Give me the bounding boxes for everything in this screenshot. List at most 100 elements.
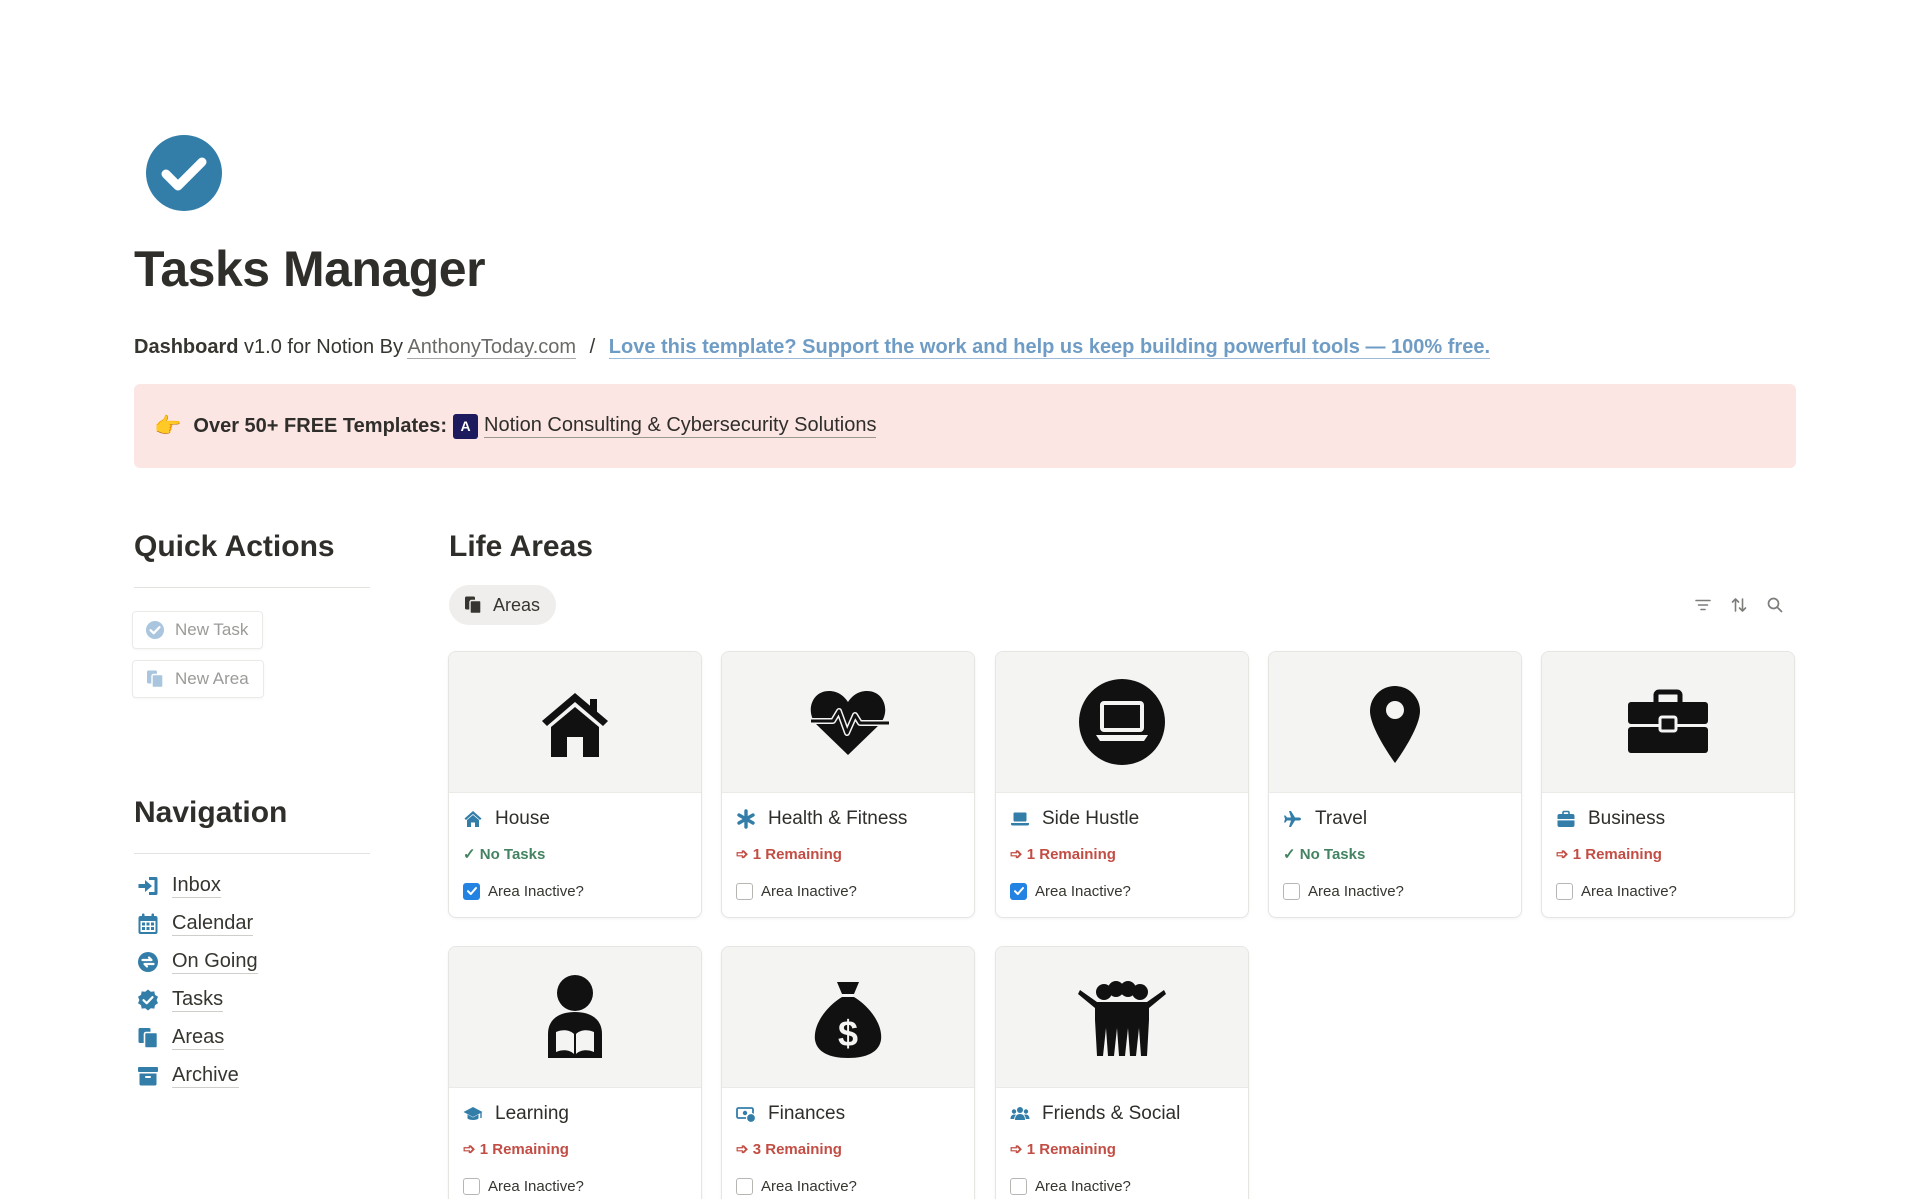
ongoing-icon: [138, 951, 158, 972]
nav-item-areas[interactable]: Areas: [136, 1025, 225, 1050]
brand-logo: A: [453, 413, 479, 439]
nav-item-archive[interactable]: Archive: [136, 1063, 239, 1088]
briefcase-icon: [1557, 810, 1575, 827]
nav-item-tasks[interactable]: Tasks: [136, 987, 224, 1012]
checkbox-label: Area Inactive?: [1035, 882, 1131, 900]
area-inactive-checkbox[interactable]: [736, 1177, 753, 1195]
area-card-health-fitness[interactable]: Health & Fitness ➩ 1 Remaining Area Inac…: [721, 651, 975, 918]
nav-item-on-going[interactable]: On Going: [136, 949, 258, 974]
view-tab-areas[interactable]: Areas: [449, 585, 557, 625]
area-card-friends-social[interactable]: Friends & Social ➩ 1 Remaining Area Inac…: [995, 946, 1249, 1199]
card-status: ➩ 1 Remaining: [736, 846, 842, 863]
page-title: Tasks Manager: [134, 241, 486, 297]
asterisk-icon: [737, 809, 755, 829]
money-bag-icon: $: [814, 982, 882, 1058]
nav-item-calendar[interactable]: Calendar: [136, 911, 254, 936]
new-area-button[interactable]: New Area: [132, 660, 264, 698]
nav-label-inbox: Inbox: [172, 874, 221, 898]
copy-icon: [147, 670, 164, 689]
area-card-business[interactable]: Business ➩ 1 Remaining Area Inactive?: [1541, 651, 1795, 918]
copy-icon: [465, 596, 482, 615]
site-link[interactable]: AnthonyToday.com: [407, 336, 577, 359]
card-cover: [1269, 652, 1521, 793]
copy-icon: [138, 1027, 159, 1049]
checkbox-label: Area Inactive?: [1308, 882, 1404, 900]
check-circle-icon: [146, 135, 222, 211]
card-title: Side Hustle: [1042, 808, 1140, 829]
page-subtitle: Dashboard v1.0 for Notion By AnthonyToda…: [134, 336, 1490, 359]
card-status: ✓ No Tasks: [1283, 846, 1366, 863]
support-link[interactable]: Love this template? Support the work and…: [608, 336, 1490, 359]
checkbox-label: Area Inactive?: [1581, 882, 1677, 900]
card-title: House: [495, 808, 550, 829]
nav-label-calendar: Calendar: [172, 912, 254, 936]
checkbox-label: Area Inactive?: [488, 882, 584, 900]
area-inactive-checkbox[interactable]: [1283, 882, 1300, 900]
area-inactive-checkbox[interactable]: [1556, 882, 1573, 900]
users-icon: [1010, 1107, 1030, 1120]
templates-callout: 👉 Over 50+ FREE Templates: A Notion Cons…: [134, 384, 1796, 468]
subtitle-version: v1.0 for Notion By: [244, 336, 403, 358]
checkmark-icon: [1013, 887, 1024, 895]
divider: [134, 587, 370, 588]
area-inactive-checkbox[interactable]: [463, 882, 480, 900]
search-icon[interactable]: [1764, 594, 1786, 616]
money-icon: [736, 1107, 756, 1124]
card-status: ➩ 1 Remaining: [1010, 846, 1116, 863]
card-status: ➩ 1 Remaining: [463, 1141, 569, 1158]
check-badge-icon: [138, 989, 158, 1010]
filter-icon[interactable]: [1692, 594, 1714, 616]
life-areas-heading: Life Areas: [449, 530, 593, 563]
svg-text:$: $: [838, 1013, 858, 1054]
card-cover: [449, 652, 701, 793]
card-title: Travel: [1315, 808, 1368, 829]
nav-label-areas: Areas: [172, 1026, 225, 1050]
callout-strong: Over 50+ FREE Templates:: [193, 414, 448, 437]
area-card-finances[interactable]: $ Finances ➩ 3 Remaining Area Inactive?: [721, 946, 975, 1199]
nav-label-tasks: Tasks: [172, 988, 224, 1012]
card-cover: [996, 652, 1248, 793]
card-status: ➩ 1 Remaining: [1010, 1141, 1116, 1158]
heartbeat-icon: [810, 691, 889, 755]
card-cover: [449, 947, 701, 1088]
area-inactive-checkbox[interactable]: [736, 882, 753, 900]
area-card-learning[interactable]: Learning ➩ 1 Remaining Area Inactive?: [448, 946, 702, 1199]
area-inactive-checkbox[interactable]: [463, 1177, 480, 1195]
consulting-link[interactable]: Notion Consulting & Cybersecurity Soluti…: [484, 414, 877, 438]
subtitle-bold: Dashboard: [134, 336, 239, 358]
card-title: Health & Fitness: [768, 808, 908, 829]
reader-icon: [548, 975, 602, 1058]
friends-group-icon: [1078, 981, 1166, 1056]
new-area-label: New Area: [175, 669, 249, 688]
nav-item-inbox[interactable]: Inbox: [136, 873, 221, 898]
card-status: ➩ 3 Remaining: [736, 1141, 842, 1158]
calendar-icon: [138, 913, 158, 934]
house-icon: [542, 693, 608, 757]
pointing-hand-icon: 👉: [154, 413, 182, 438]
area-card-house[interactable]: House ✓ No Tasks Area Inactive?: [448, 651, 702, 918]
view-tab-label: Areas: [493, 594, 541, 615]
card-title: Finances: [768, 1103, 846, 1124]
graduation-cap-icon: [463, 1107, 483, 1120]
card-status: ✓ No Tasks: [463, 846, 546, 863]
house-icon: [464, 811, 482, 827]
divider: [134, 853, 370, 854]
area-inactive-checkbox[interactable]: [1010, 1177, 1027, 1195]
toolbox-icon: [1628, 689, 1708, 753]
nav-label-archive: Archive: [172, 1064, 239, 1088]
subtitle-separator: /: [589, 336, 596, 358]
map-pin-icon: [1370, 686, 1420, 763]
new-task-button[interactable]: New Task: [132, 611, 264, 649]
checkmark-icon: [466, 887, 477, 895]
card-status: ➩ 1 Remaining: [1556, 846, 1662, 863]
area-card-side-hustle[interactable]: Side Hustle ➩ 1 Remaining Area Inactive?: [995, 651, 1249, 918]
area-inactive-checkbox[interactable]: [1010, 882, 1027, 900]
area-card-travel[interactable]: Travel ✓ No Tasks Area Inactive?: [1268, 651, 1522, 918]
quick-actions-heading: Quick Actions: [134, 530, 335, 563]
plane-icon: [1284, 811, 1301, 827]
checkbox-label: Area Inactive?: [488, 1177, 584, 1195]
archive-icon: [138, 1066, 158, 1085]
card-title: Learning: [495, 1103, 569, 1124]
laptop-circle-icon: [1079, 679, 1165, 765]
sort-icon[interactable]: [1728, 594, 1750, 616]
